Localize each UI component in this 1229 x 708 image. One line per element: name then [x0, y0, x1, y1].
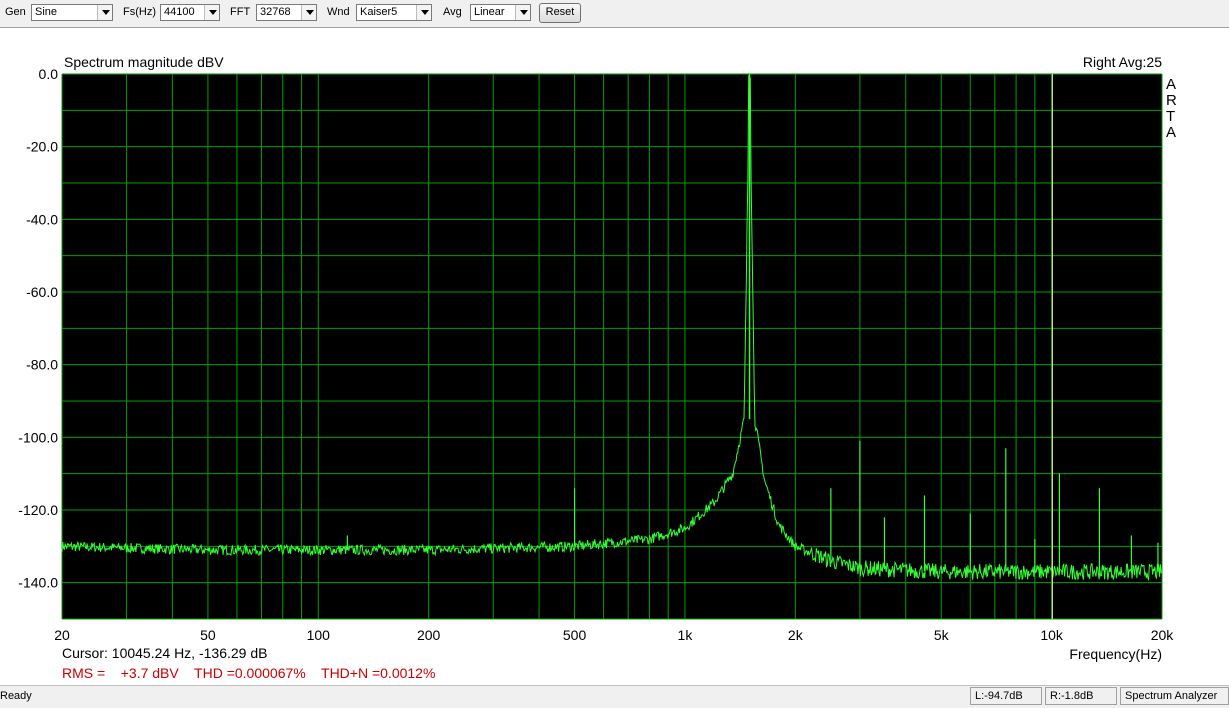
status-bar: Ready L:-94.7dB R:-1.8dB Spectrum Analyz… — [0, 685, 1229, 708]
x-tick-label: 1k — [678, 627, 694, 643]
y-tick-label: -100.0 — [18, 429, 58, 445]
gen-select[interactable]: Sine — [31, 4, 113, 21]
x-tick-label: 200 — [417, 627, 441, 643]
x-tick-label: 2k — [788, 627, 804, 643]
cursor-readout: Cursor: 10045.24 Hz, -136.29 dB — [62, 645, 267, 661]
chevron-down-icon[interactable] — [515, 5, 530, 20]
y-tick-label: -120.0 — [18, 502, 58, 518]
status-ready: Ready — [0, 690, 32, 702]
fs-select[interactable]: 44100 — [160, 4, 220, 21]
x-tick-label: 20k — [1151, 627, 1175, 643]
x-tick-label: 10k — [1040, 627, 1064, 643]
chart-title: Spectrum magnitude dBV — [64, 54, 224, 70]
x-axis-label: Frequency(Hz) — [1069, 646, 1162, 662]
wnd-label: Wnd — [327, 6, 350, 18]
chevron-down-icon[interactable] — [204, 5, 219, 20]
logo-letter: R — [1166, 92, 1177, 109]
y-tick-label: 0.0 — [39, 66, 59, 82]
x-tick-label: 100 — [307, 627, 331, 643]
measurement-readout: RMS = +3.7 dBV THD =0.000067% THD+N =0.0… — [62, 665, 435, 681]
x-tick-label: 50 — [200, 627, 216, 643]
status-right-level: R:-1.8dB — [1045, 687, 1117, 705]
spectrum-view: Spectrum magnitude dBV Right Avg:25 A R … — [0, 28, 1229, 684]
toolbar: Gen Sine Fs(Hz) 44100 FFT 32768 Wnd Kais… — [0, 0, 1229, 28]
status-mode: Spectrum Analyzer — [1120, 687, 1229, 705]
fft-label: FFT — [230, 6, 251, 18]
fs-label: Fs(Hz) — [123, 6, 156, 18]
wnd-select-value: Kaiser5 — [360, 6, 398, 18]
y-tick-label: -40.0 — [26, 211, 58, 227]
status-left-level: L:-94.7dB — [970, 687, 1042, 705]
reset-button[interactable]: Reset — [539, 3, 581, 23]
channel-info: Right Avg:25 — [1083, 54, 1162, 70]
x-axis: 20 50 100 200 500 1k 2k 5k 10k 20k — [54, 627, 1174, 643]
y-tick-label: -80.0 — [26, 357, 58, 373]
fs-select-value: 44100 — [164, 6, 195, 18]
y-axis: 0.0 -20.0 -40.0 -60.0 -80.0 -100.0 -120.0 -140.… — [18, 66, 58, 591]
x-tick-label: 500 — [563, 627, 587, 643]
chevron-down-icon[interactable] — [97, 5, 112, 20]
avg-select[interactable]: Linear — [470, 4, 531, 21]
chevron-down-icon[interactable] — [301, 5, 316, 20]
fft-select-value: 32768 — [260, 6, 291, 18]
gen-select-value: Sine — [35, 6, 58, 18]
logo-letter: T — [1166, 108, 1175, 125]
logo-letter: A — [1166, 76, 1176, 93]
arta-logo: A R T A — [1166, 76, 1177, 141]
x-tick-label: 20 — [54, 627, 70, 643]
plot-background[interactable] — [62, 74, 1162, 619]
y-tick-label: -140.0 — [18, 575, 58, 591]
fft-select[interactable]: 32768 — [256, 4, 317, 21]
gen-label: Gen — [5, 6, 26, 18]
logo-letter: A — [1166, 124, 1176, 141]
spectrum-chart[interactable]: Spectrum magnitude dBV Right Avg:25 A R … — [0, 28, 1229, 684]
y-tick-label: -60.0 — [26, 284, 58, 300]
y-tick-label: -20.0 — [26, 139, 58, 155]
wnd-select[interactable]: Kaiser5 — [356, 4, 432, 21]
chevron-down-icon[interactable] — [416, 5, 431, 20]
avg-select-value: Linear — [474, 6, 505, 18]
x-tick-label: 5k — [934, 627, 950, 643]
avg-label: Avg — [443, 6, 462, 18]
